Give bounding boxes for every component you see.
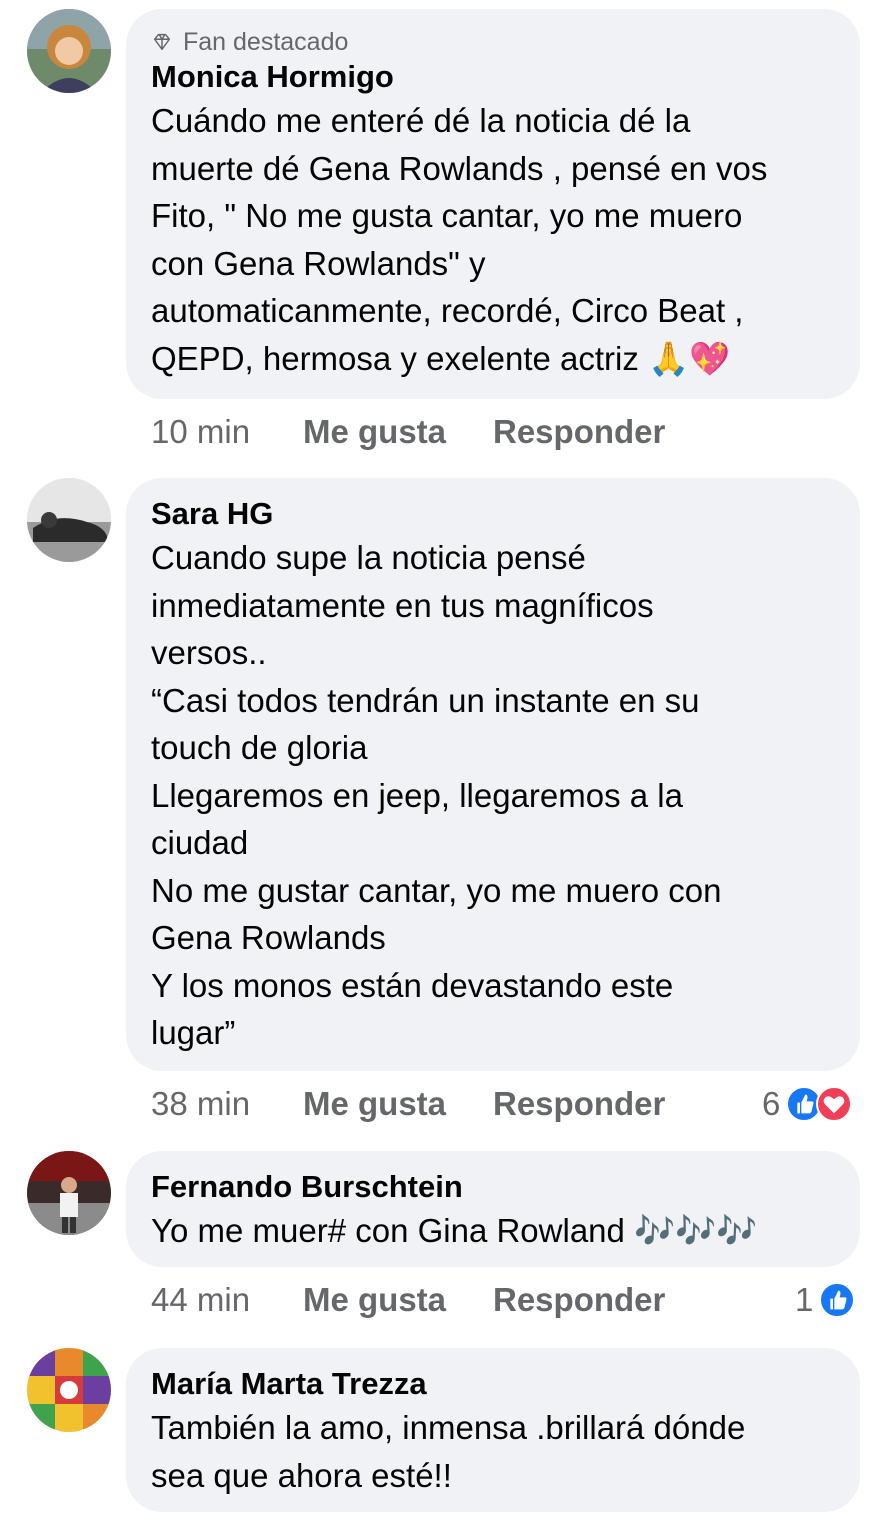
comment-text: Cuando supe la noticia pensé inmediatame… — [151, 539, 722, 1051]
avatar[interactable] — [27, 1151, 111, 1235]
like-button[interactable]: Me gusta — [303, 1281, 493, 1319]
comment-bubble: Sara HG Cuando supe la noticia pensé inm… — [126, 478, 860, 1071]
like-button[interactable]: Me gusta — [303, 1085, 493, 1123]
reaction-summary[interactable]: 6 — [762, 1081, 853, 1127]
comment-actions: 10 min Me gusta Responder — [151, 409, 665, 455]
avatar-photo-icon — [27, 1348, 111, 1432]
reaction-summary[interactable]: 1 — [795, 1277, 856, 1323]
reply-button[interactable]: Responder — [493, 1281, 665, 1319]
like-button[interactable]: Me gusta — [303, 413, 493, 451]
comment-bubble: Fernando Burschtein Yo me muer# con Gina… — [126, 1151, 860, 1267]
avatar-photo-icon — [27, 478, 111, 562]
avatar[interactable] — [27, 9, 111, 93]
avatar[interactable] — [27, 1348, 111, 1432]
comment-text: Yo me muer# con Gina Rowland 🎶🎶🎶 — [151, 1212, 758, 1249]
author-name[interactable]: María Marta Trezza — [151, 1364, 838, 1404]
reaction-count: 1 — [795, 1281, 814, 1318]
love-reaction-icon — [816, 1086, 853, 1122]
fan-badge[interactable]: Fan destacado — [151, 27, 838, 57]
avatar[interactable] — [27, 478, 111, 562]
comment-text: Cuándo me enteré dé la noticia dé la mue… — [151, 102, 768, 377]
comment-actions: 38 min Me gusta Responder — [151, 1081, 665, 1127]
like-reaction-icon — [819, 1282, 856, 1318]
timestamp[interactable]: 44 min — [151, 1281, 303, 1319]
timestamp[interactable]: 38 min — [151, 1085, 303, 1123]
reply-button[interactable]: Responder — [493, 413, 665, 451]
comment-bubble: María Marta Trezza También la amo, inmen… — [126, 1348, 860, 1512]
avatar-photo-icon — [27, 1151, 111, 1235]
comment-actions: 44 min Me gusta Responder — [151, 1277, 665, 1323]
author-name[interactable]: Monica Hormigo — [151, 57, 838, 97]
comment-bubble: Fan destacado Monica Hormigo Cuándo me e… — [126, 9, 860, 399]
timestamp[interactable]: 10 min — [151, 413, 303, 451]
diamond-icon — [153, 33, 171, 51]
comment-text: También la amo, inmensa .brillará dónde … — [151, 1409, 746, 1494]
badge-label: Fan destacado — [183, 27, 349, 56]
author-name[interactable]: Sara HG — [151, 494, 838, 534]
reaction-count: 6 — [762, 1085, 781, 1122]
reply-button[interactable]: Responder — [493, 1085, 665, 1123]
author-name[interactable]: Fernando Burschtein — [151, 1167, 838, 1207]
avatar-photo-icon — [27, 9, 111, 93]
